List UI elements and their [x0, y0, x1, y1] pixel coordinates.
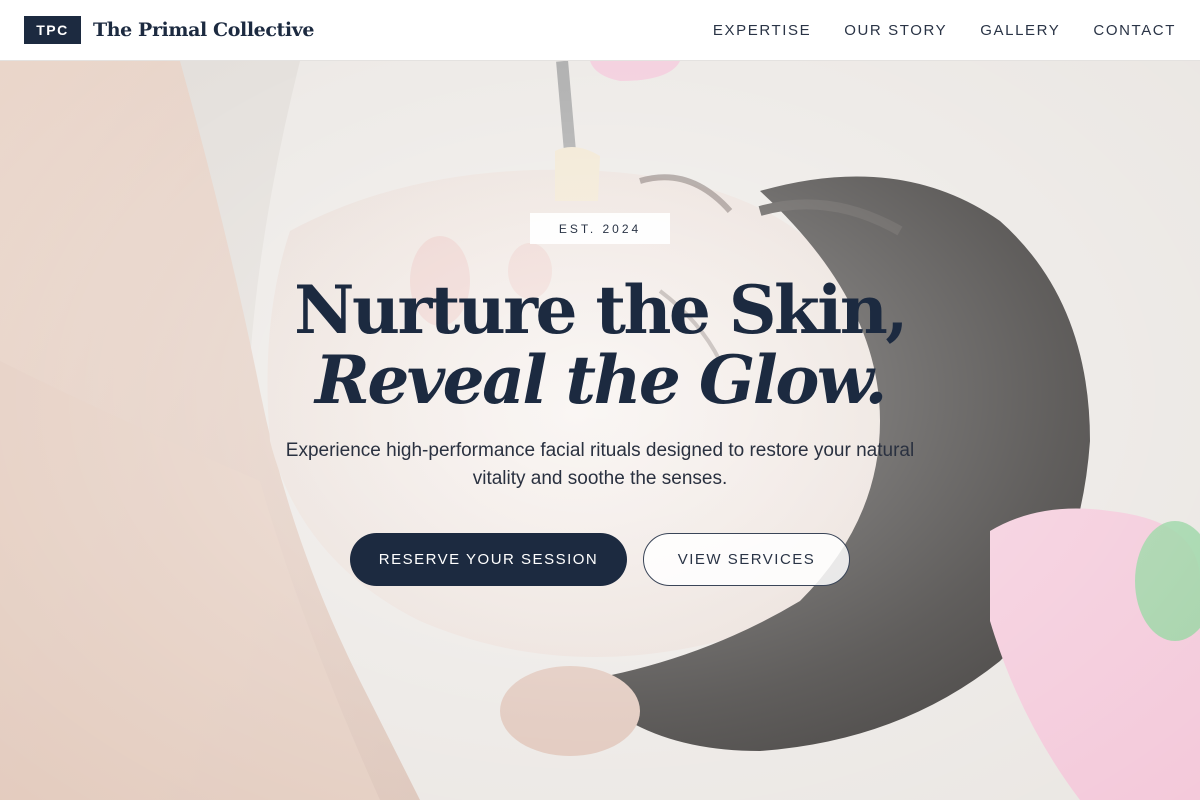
- main-nav: EXPERTISE OUR STORY GALLERY CONTACT: [713, 22, 1176, 39]
- site-header: TPC The Primal Collective EXPERTISE OUR …: [0, 0, 1200, 61]
- established-badge: EST. 2024: [530, 213, 670, 244]
- hero-headline-line2: Reveal the Glow.: [314, 341, 888, 419]
- reserve-session-button[interactable]: RESERVE YOUR SESSION: [350, 533, 627, 586]
- hero-content: EST. 2024 Nurture the Skin, Reveal the G…: [0, 61, 1200, 800]
- nav-our-story[interactable]: OUR STORY: [844, 22, 947, 39]
- nav-contact[interactable]: CONTACT: [1093, 22, 1176, 39]
- nav-expertise[interactable]: EXPERTISE: [713, 22, 811, 39]
- brand[interactable]: TPC The Primal Collective: [24, 16, 314, 44]
- hero-headline-line1: Nurture the Skin,: [294, 271, 908, 349]
- logo-badge[interactable]: TPC: [24, 16, 81, 44]
- brand-name[interactable]: The Primal Collective: [93, 19, 314, 41]
- hero-subcopy: Experience high-performance facial ritua…: [285, 440, 915, 489]
- view-services-button[interactable]: VIEW SERVICES: [643, 533, 850, 586]
- nav-gallery[interactable]: GALLERY: [980, 22, 1060, 39]
